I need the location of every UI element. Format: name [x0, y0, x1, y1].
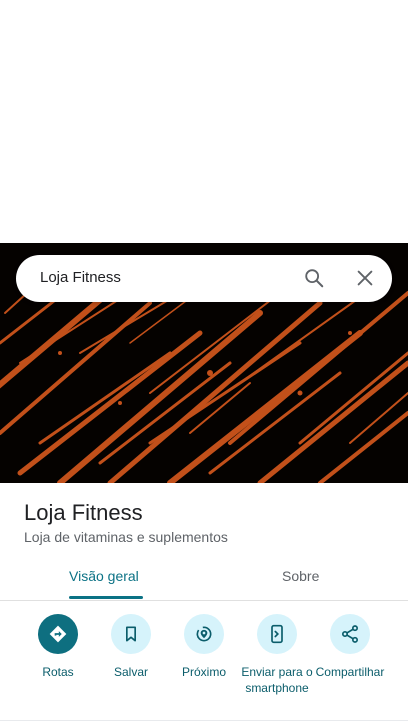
blank-area — [0, 0, 408, 243]
share-label: Compartilhar — [315, 665, 385, 679]
tab-about-label: Sobre — [282, 568, 320, 584]
tab-selected-indicator — [69, 596, 143, 599]
send-to-phone-circle — [257, 614, 297, 654]
search-input[interactable]: Loja Fitness — [40, 269, 121, 286]
tab-overview[interactable]: Visão geral — [0, 556, 204, 600]
save-label: Salvar — [113, 665, 148, 679]
send-to-phone-button[interactable]: Enviar para o smartphone — [240, 612, 314, 696]
search-bar[interactable]: Loja Fitness — [16, 255, 392, 302]
save-button[interactable]: Salvar — [94, 612, 168, 680]
send-to-phone-label: Enviar para o smartphone — [241, 665, 313, 695]
tab-bar: Visão geral Sobre — [0, 556, 408, 601]
close-icon[interactable] — [354, 267, 376, 289]
divider — [0, 720, 408, 721]
tab-overview-label: Visão geral — [69, 568, 139, 584]
nearby-label: Próximo — [181, 665, 226, 679]
directions-label: Rotas — [42, 665, 74, 679]
search-icon[interactable] — [303, 267, 325, 289]
place-category: Loja de vitaminas e suplementos — [24, 529, 228, 545]
directions-button[interactable]: Rotas — [21, 612, 95, 680]
directions-circle — [38, 614, 78, 654]
place-title: Loja Fitness — [24, 500, 143, 525]
action-buttons: Rotas Salvar Próximo Enviar para o smart… — [0, 612, 408, 712]
nearby-circle — [184, 614, 224, 654]
share-button[interactable]: Compartilhar — [313, 612, 387, 680]
save-circle — [111, 614, 151, 654]
tab-about[interactable]: Sobre — [204, 556, 408, 600]
share-circle — [330, 614, 370, 654]
nearby-button[interactable]: Próximo — [167, 612, 241, 680]
